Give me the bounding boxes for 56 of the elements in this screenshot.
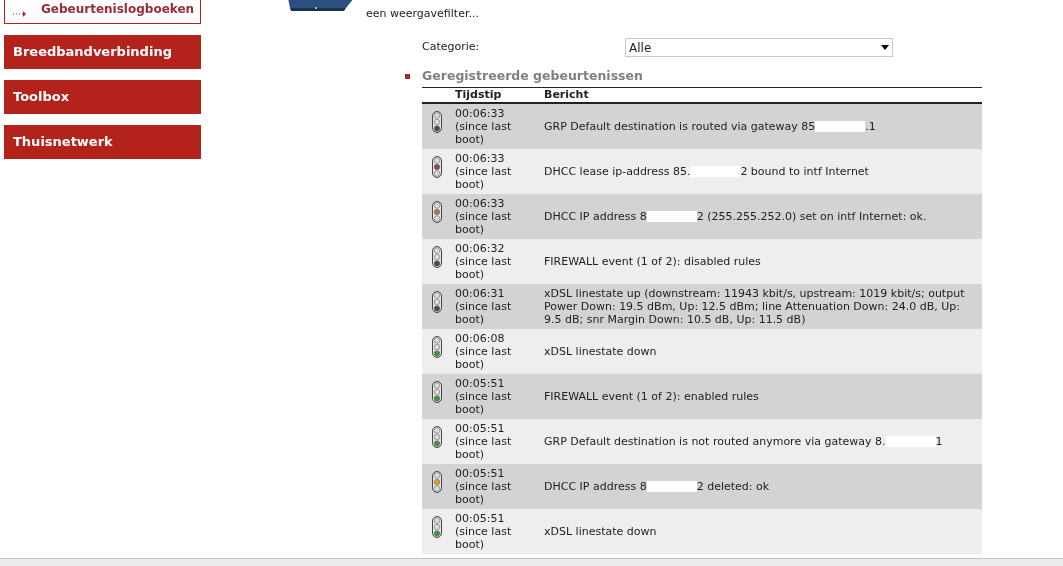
table-cell: GRP Default destination is routed via gateway 85 .1 bbox=[544, 119, 876, 133]
table-cell-text: (since last boot) bbox=[455, 164, 513, 191]
table-cell: DHCC IP address 8 2 (255.255.252.0) set on intf Internet: ok. bbox=[544, 209, 927, 223]
traffic-light-icon bbox=[432, 155, 442, 178]
table-cell: DHCC lease ip-address 85. 2 bound to intf Internet bbox=[544, 164, 869, 178]
table-cell-text: 00:05:51 bbox=[455, 421, 506, 435]
table-cell: DHCC IP address 8 2 deleted: ok bbox=[544, 479, 770, 493]
traffic-light-icon bbox=[432, 425, 442, 448]
traffic-light-icon bbox=[432, 380, 442, 403]
traffic-light-icon bbox=[432, 515, 442, 538]
intro-text: een weergavefilter... bbox=[366, 7, 479, 20]
table-cell: FIREWALL event (1 of 2): enabled rules bbox=[544, 389, 759, 403]
redaction-mark bbox=[815, 121, 866, 133]
sidebar-item[interactable]: Gebeurtenislogboeken bbox=[4, 0, 201, 24]
table-cell-text: 00:05:51 bbox=[455, 511, 506, 525]
table-cell-text: (since last boot) bbox=[455, 344, 513, 371]
table-cell-text: (since last boot) bbox=[455, 524, 513, 551]
table-cell: xDSL linestate down bbox=[544, 344, 657, 358]
table-cell-text: 00:06:32 bbox=[455, 241, 506, 255]
table-cell-text: 00:06:31 bbox=[455, 286, 506, 300]
table-cell-text: 00:06:33 bbox=[455, 106, 506, 120]
table-cell-text: 00:05:51 bbox=[455, 376, 506, 390]
column-header: Tijdstip bbox=[455, 86, 503, 103]
table-cell-text: (since last boot) bbox=[455, 434, 513, 461]
table-cell: FIREWALL event (1 of 2): disabled rules bbox=[544, 254, 761, 268]
table-cell-text: 00:05:51 bbox=[455, 466, 506, 480]
traffic-light-icon bbox=[432, 470, 442, 493]
table-cell: GRP Default destination is not routed anymore via gateway 8. 1 bbox=[544, 434, 943, 448]
traffic-light-icon bbox=[432, 200, 442, 223]
table-cell-text: (since last boot) bbox=[455, 254, 513, 281]
table-cell-text: (since last boot) bbox=[455, 389, 513, 416]
redaction-mark bbox=[646, 481, 697, 493]
sidebar-item[interactable]: Breedbandverbinding bbox=[4, 35, 201, 69]
traffic-light-icon bbox=[432, 110, 442, 133]
table-cell: xDSL linestate down bbox=[544, 524, 657, 538]
table-cell-text: 00:06:33 bbox=[455, 151, 506, 165]
table-cell-text: (since last boot) bbox=[455, 479, 513, 506]
column-header: Bericht bbox=[544, 86, 589, 103]
traffic-light-icon bbox=[432, 290, 442, 313]
sidebar-item[interactable]: Thuisnetwerk bbox=[4, 125, 201, 159]
table-cell-text: 00:06:33 bbox=[455, 196, 506, 210]
filter-label: Categorie: bbox=[422, 39, 481, 56]
section-title: Geregistreerde gebeurtenissen bbox=[422, 67, 643, 85]
traffic-light-icon bbox=[432, 335, 442, 358]
traffic-light-icon bbox=[432, 245, 442, 268]
table-cell-text: (since last boot) bbox=[455, 299, 513, 326]
bullet-icon bbox=[405, 73, 410, 79]
table-cell-text: (since last boot) bbox=[455, 119, 513, 146]
sidebar-item[interactable]: Toolbox bbox=[4, 80, 201, 114]
dropdown-caret-icon bbox=[881, 45, 889, 50]
table-cell-text: 00:06:08 bbox=[455, 331, 506, 345]
table-cell-text: (since last boot) bbox=[455, 209, 513, 236]
category-select[interactable]: Alle bbox=[625, 38, 893, 57]
arrow-icon bbox=[13, 10, 27, 18]
redaction-mark bbox=[646, 211, 697, 223]
table-cell-text: xDSL linestate up (downstream: 11943 kbit/s, upstream: 1019 kbit/s; output Power Down: 19.5 dBm, Up: 12.5 dBm; line Attenuation Down: 24.0 dB, Up: 9.5 dB; snr Margin Down: 10.5 dB, Up: 11.5 dB) bbox=[544, 286, 966, 326]
